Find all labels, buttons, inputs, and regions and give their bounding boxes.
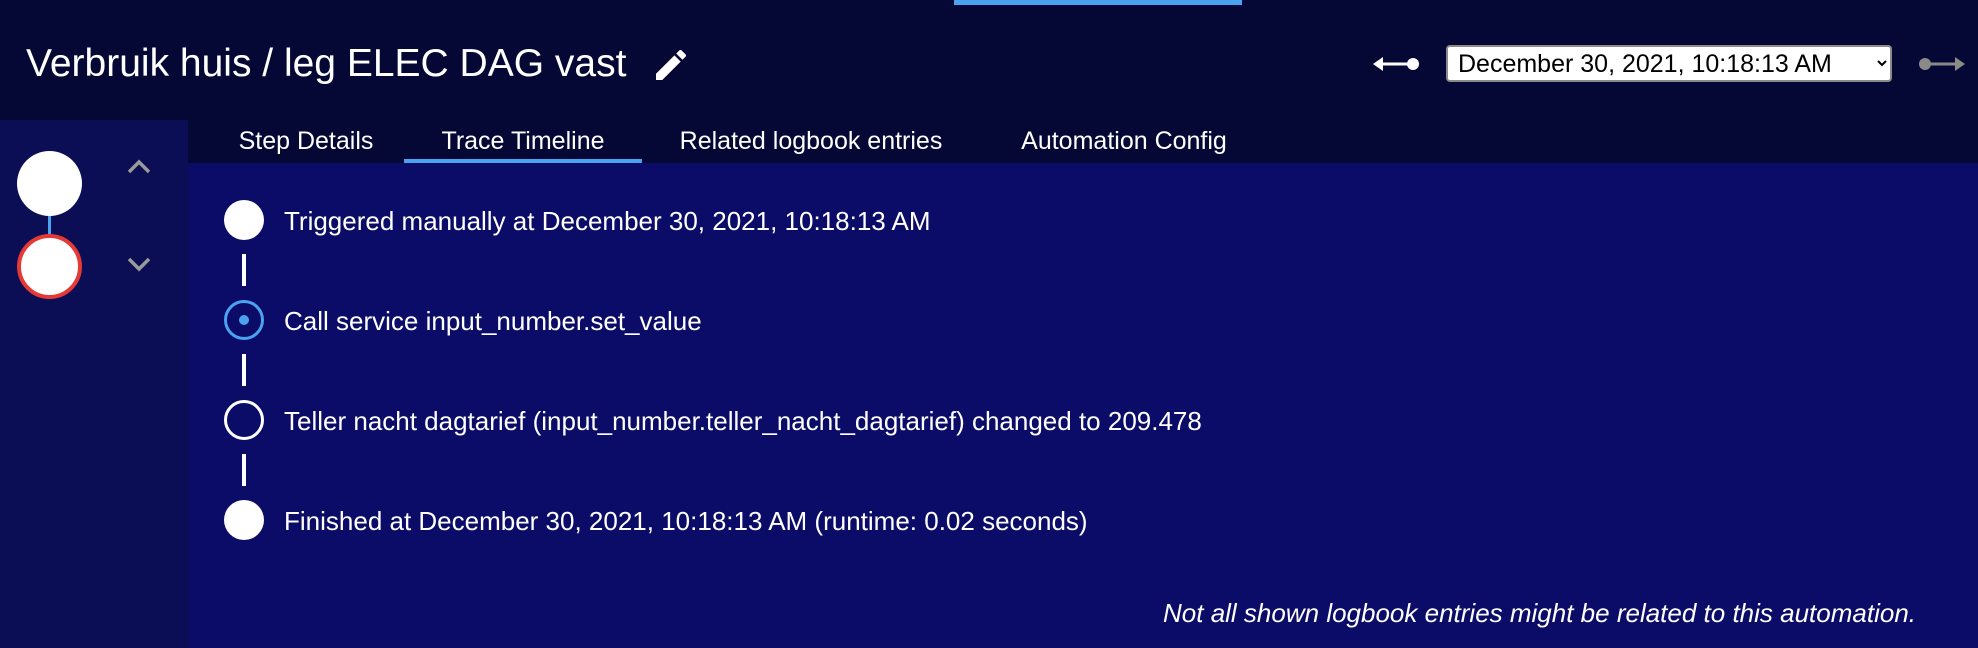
timeline-connector — [242, 454, 246, 486]
timeline-connector — [242, 254, 246, 286]
top-accent-bar — [954, 0, 1242, 5]
arrow-right-icon — [1919, 57, 1965, 71]
tab-related-logbook[interactable]: Related logbook entries — [666, 120, 956, 163]
graph-node-action-selected[interactable] — [17, 234, 82, 299]
graph-node-trigger[interactable] — [17, 151, 82, 216]
logbook-disclaimer: Not all shown logbook entries might be r… — [1163, 598, 1916, 628]
newer-run-button[interactable] — [1912, 44, 1968, 84]
ring-circle-icon — [224, 400, 264, 440]
timeline-connector — [242, 354, 246, 386]
older-run-button[interactable] — [1370, 44, 1426, 84]
chevron-up-icon — [127, 159, 151, 174]
timeline-entry: Triggered manually at December 30, 2021,… — [284, 206, 931, 236]
filled-circle-icon — [224, 200, 264, 240]
tab-step-details[interactable]: Step Details — [208, 120, 404, 163]
arrow-left-icon — [1373, 57, 1419, 71]
timeline-entry: Call service input_number.set_value — [284, 306, 702, 336]
filled-circle-icon — [224, 500, 264, 540]
trace-run-select[interactable]: December 30, 2021, 10:18:13 AM — [1446, 45, 1892, 82]
radio-active-icon — [224, 300, 264, 340]
edit-title-button[interactable] — [648, 42, 694, 88]
tab-automation-config[interactable]: Automation Config — [1014, 120, 1234, 163]
timeline-entry: Teller nacht dagtarief (input_number.tel… — [284, 406, 1202, 436]
previous-step-button[interactable] — [120, 148, 158, 186]
chevron-down-icon — [127, 257, 151, 272]
next-step-button[interactable] — [120, 245, 158, 283]
pencil-icon — [656, 49, 687, 80]
timeline-entry: Finished at December 30, 2021, 10:18:13 … — [284, 506, 1088, 536]
page-title: Verbruik huis / leg ELEC DAG vast — [26, 42, 627, 85]
trace-tabs: Step Details Trace Timeline Related logb… — [188, 120, 1978, 163]
tab-trace-timeline[interactable]: Trace Timeline — [404, 120, 642, 163]
